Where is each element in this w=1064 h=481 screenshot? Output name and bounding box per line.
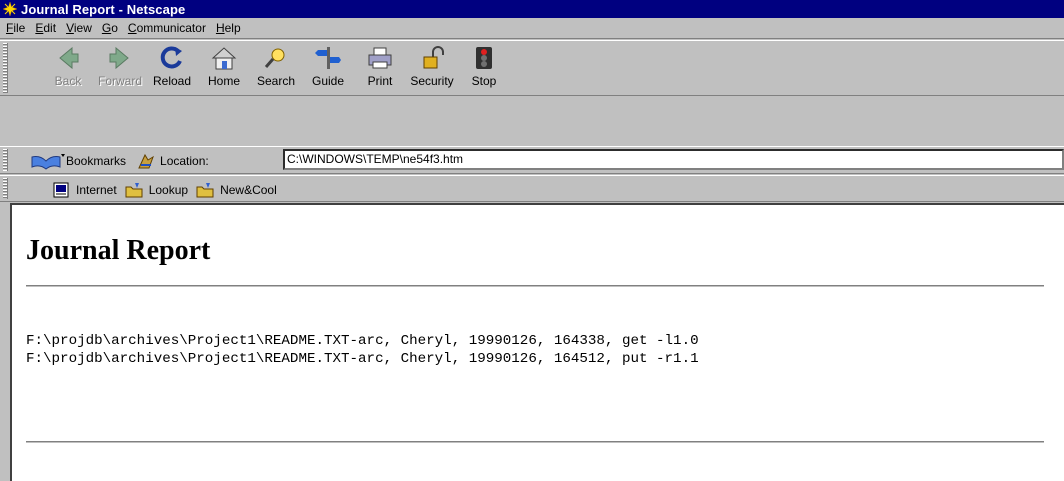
lock-icon — [423, 46, 444, 69]
page-content[interactable]: Journal Report F:\projdb\archives\Projec… — [10, 203, 1064, 481]
navigation-toolbar: Back Forward Reload Home Search Guide Pr… — [0, 40, 1064, 96]
page-title: Journal Report — [26, 235, 211, 266]
toolbar-grip[interactable] — [3, 149, 8, 171]
internet-label: Internet — [76, 182, 117, 197]
menu-go-key: G — [101, 21, 112, 35]
lookup-folder[interactable]: Lookup — [125, 181, 188, 199]
location-input[interactable]: C:\WINDOWS\TEMP\ne54f3.htm — [283, 149, 1064, 170]
horizontal-rule — [26, 441, 1044, 443]
menu-communicator-key: C — [127, 21, 137, 35]
home-label: Home — [207, 74, 240, 88]
folder-icon — [125, 182, 143, 197]
page-proxy-icon[interactable] — [136, 151, 156, 171]
home-button[interactable]: Home — [196, 43, 252, 93]
print-label: Print — [367, 74, 393, 88]
menu-view-rest: iew — [73, 21, 92, 35]
forward-arrow-icon — [109, 46, 129, 70]
guide-button[interactable]: Guide — [300, 43, 356, 93]
horizontal-rule — [26, 285, 1044, 287]
lookup-label: Lookup — [148, 182, 189, 197]
forward-button[interactable]: Forward — [92, 43, 148, 93]
internet-icon — [53, 182, 69, 197]
window-title: Journal Report - Netscape — [21, 1, 186, 17]
personal-toolbar: Internet Lookup New&Cool — [0, 175, 1064, 202]
reload-icon — [160, 46, 182, 69]
menu-communicator[interactable]: Communicator — [124, 21, 212, 35]
reload-label: Reload — [152, 74, 192, 88]
printer-icon — [368, 47, 392, 69]
stop-label: Stop — [471, 74, 497, 88]
log-line: F:\projdb\archives\Project1\README.TXT-a… — [26, 351, 699, 367]
back-arrow-icon — [59, 46, 79, 70]
bookmarks-button[interactable]: Bookmarks — [30, 151, 126, 171]
menu-file[interactable]: File — [2, 21, 31, 35]
internet-link[interactable]: Internet — [52, 181, 117, 199]
menu-communicator-rest: ommunicator — [136, 21, 206, 35]
folder-icon — [196, 182, 214, 197]
security-button[interactable]: Security — [404, 43, 460, 93]
guide-icon — [315, 47, 341, 69]
back-button[interactable]: Back — [40, 43, 96, 93]
forward-label: Forward — [97, 74, 142, 88]
search-icon — [264, 48, 285, 68]
bookmarks-icon — [31, 154, 65, 170]
back-label: Back — [54, 74, 82, 88]
newcool-label: New&Cool — [220, 182, 277, 197]
menu-file-rest: ile — [13, 21, 26, 35]
menu-help-rest: elp — [224, 21, 241, 35]
menu-view[interactable]: View — [62, 21, 98, 35]
toolbar-grip[interactable] — [3, 43, 8, 93]
stop-icon — [476, 47, 492, 69]
title-bar: Journal Report - Netscape — [0, 0, 1064, 18]
menu-help-key: H — [215, 21, 225, 35]
location-label: Location: — [160, 154, 209, 168]
toolbar-grip[interactable] — [3, 178, 8, 199]
menu-go[interactable]: Go — [98, 21, 124, 35]
security-label: Security — [410, 74, 454, 88]
search-label: Search — [256, 74, 296, 88]
reload-button[interactable]: Reload — [144, 43, 200, 93]
guide-label: Guide — [311, 74, 345, 88]
location-toolbar: Bookmarks Location: C:\WINDOWS\TEMP\ne54… — [0, 146, 1064, 174]
menu-help[interactable]: Help — [212, 21, 247, 35]
journal-log: F:\projdb\archives\Project1\README.TXT-a… — [26, 332, 699, 368]
menu-go-rest: o — [111, 21, 118, 35]
home-icon — [211, 47, 237, 70]
menu-bar: File Edit View Go Communicator Help — [0, 18, 1064, 39]
menu-view-key: V — [66, 21, 74, 35]
menu-edit[interactable]: Edit — [31, 21, 62, 35]
search-button[interactable]: Search — [248, 43, 304, 93]
newcool-folder[interactable]: New&Cool — [196, 181, 277, 199]
netscape-icon — [2, 1, 18, 17]
bookmarks-label: Bookmarks — [66, 154, 127, 168]
log-line: F:\projdb\archives\Project1\README.TXT-a… — [26, 333, 699, 349]
print-button[interactable]: Print — [352, 43, 408, 93]
stop-button[interactable]: Stop — [456, 43, 512, 93]
menu-edit-rest: dit — [43, 21, 57, 35]
